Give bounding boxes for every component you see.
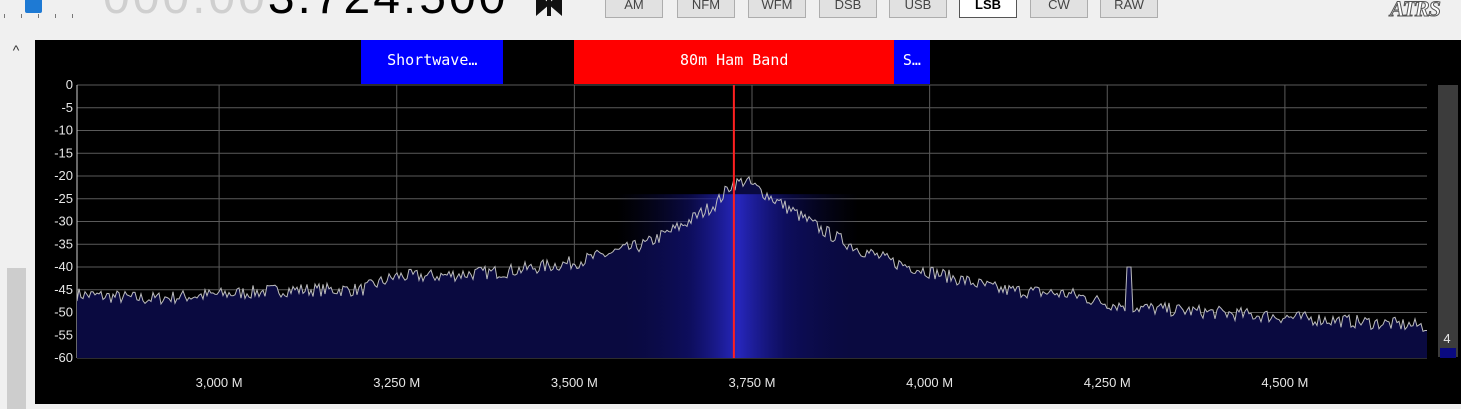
app-logo: ATRS xyxy=(1390,0,1442,20)
y-tick-label: 0 xyxy=(66,77,73,92)
spectrum-plot[interactable]: 0 -5 -10 -15 -20 -25 -30 -35 -40 -45 -50 -55 -60 3,00… xyxy=(35,40,1461,406)
x-tick-label: 3,750 M xyxy=(729,375,776,390)
x-tick-label: 3,250 M xyxy=(373,375,420,390)
y-tick-label: -25 xyxy=(54,191,73,206)
x-tick-label: 3,000 M xyxy=(196,375,243,390)
y-tick-label: -5 xyxy=(61,100,73,115)
y-tick-label: -60 xyxy=(54,350,73,365)
left-scrollbar-thumb[interactable] xyxy=(7,268,26,409)
mode-button-dsb[interactable]: DSB xyxy=(819,0,877,18)
mode-button-usb[interactable]: USB xyxy=(889,0,947,18)
status-strip xyxy=(35,404,1461,409)
mode-button-nfm[interactable]: NFM xyxy=(677,0,735,18)
x-tick-label: 3,500 M xyxy=(551,375,598,390)
frequency-display[interactable]: 000.003.724.500 xyxy=(103,0,508,20)
frequency-dim-digits: 000.00 xyxy=(103,0,268,20)
y-tick-label: -55 xyxy=(54,327,73,342)
y-tick-label: -20 xyxy=(54,168,73,183)
x-tick-label: 4,250 M xyxy=(1084,375,1131,390)
x-tick-label: 4,000 M xyxy=(906,375,953,390)
signal-highlight xyxy=(617,194,859,358)
y-tick-label: -30 xyxy=(54,214,73,229)
y-tick-label: -50 xyxy=(54,305,73,320)
gain-slider-ticks xyxy=(4,14,74,18)
waterfall-level-bar[interactable] xyxy=(1438,85,1458,357)
waterfall-level-label: 4 xyxy=(1443,331,1450,346)
bookmark-icon[interactable] xyxy=(534,0,564,16)
spectrum-panel[interactable]: Shortwave… 80m Ham Band S… 0 -5 -10 -15 -20 -25… xyxy=(35,40,1461,406)
mode-button-am[interactable]: AM xyxy=(605,0,663,18)
y-tick-label: -10 xyxy=(54,123,73,138)
y-tick-label: -45 xyxy=(54,282,73,297)
gain-slider-handle[interactable] xyxy=(25,0,42,13)
mode-button-cw[interactable]: CW xyxy=(1030,0,1088,18)
toolbar: 000.003.724.500 AM NFM WFM DSB USB LSB CW RAW A… xyxy=(0,0,1461,20)
waterfall-level-fill xyxy=(1440,348,1456,358)
y-tick-label: -15 xyxy=(54,145,73,160)
y-tick-label: -35 xyxy=(54,236,73,251)
mode-button-raw[interactable]: RAW xyxy=(1100,0,1158,18)
y-tick-label: -40 xyxy=(54,259,73,274)
x-tick-label: 4,500 M xyxy=(1261,375,1308,390)
frequency-main-digits: 3.724.500 xyxy=(268,0,509,20)
mode-button-wfm[interactable]: WFM xyxy=(748,0,806,18)
mode-button-lsb[interactable]: LSB xyxy=(959,0,1017,18)
collapse-chevron-icon[interactable]: ^ xyxy=(4,38,28,62)
